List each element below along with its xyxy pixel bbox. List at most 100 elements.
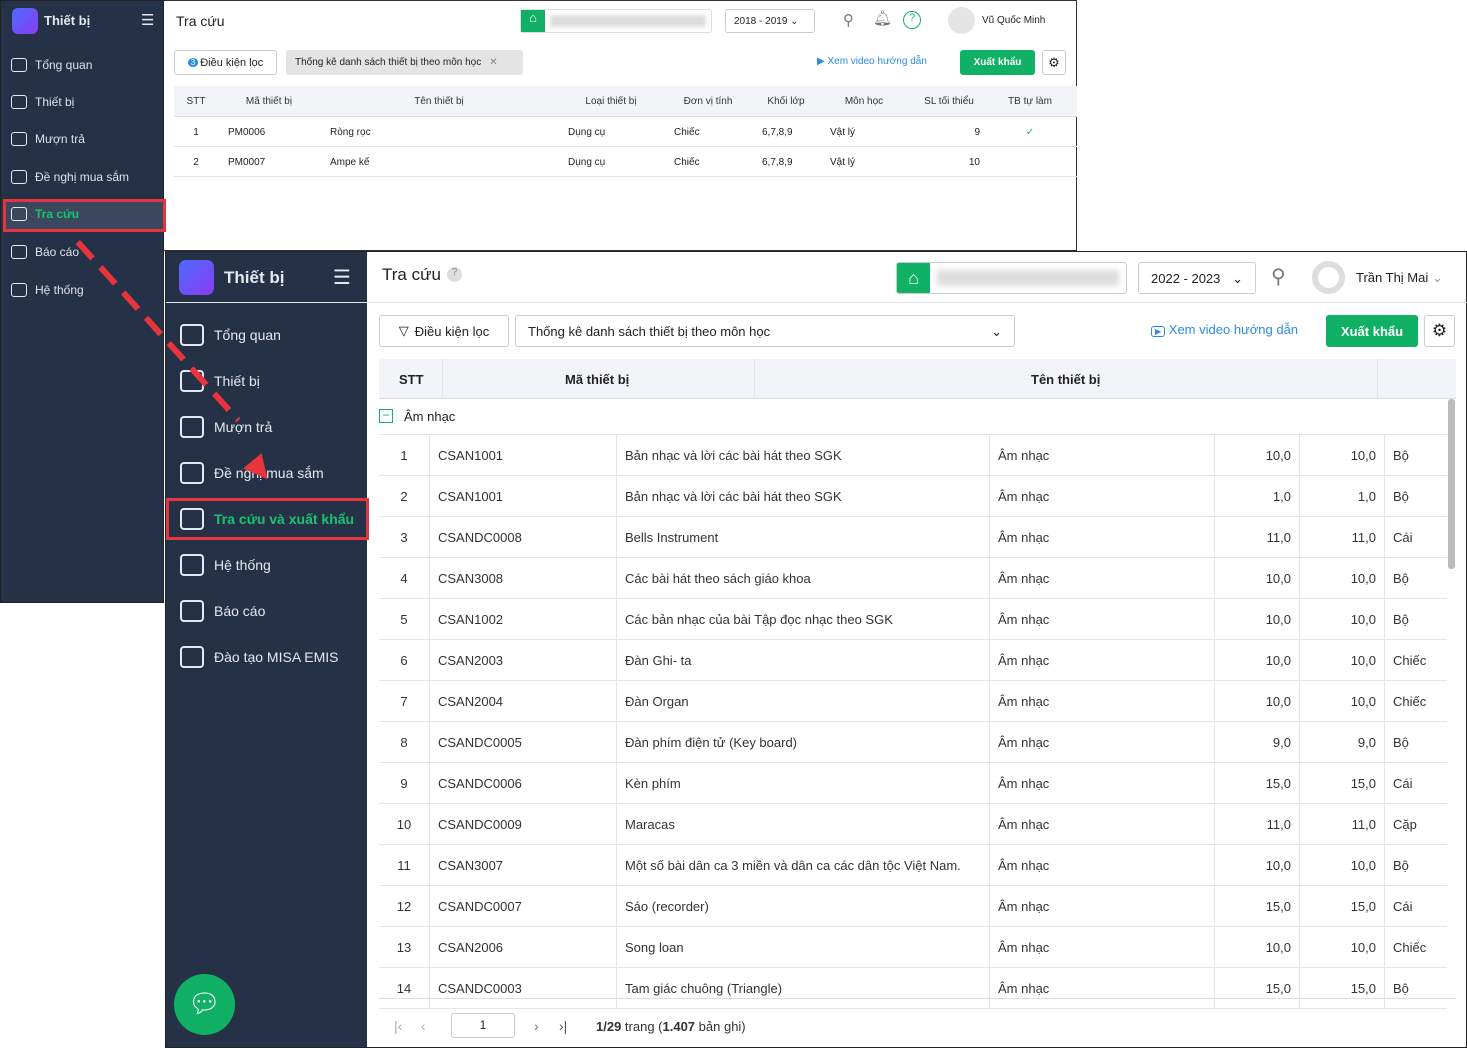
sidebar-item[interactable]: Hệ thống [11,283,84,297]
old-filter-button[interactable]: 3 Điều kiện lọc [174,50,277,75]
old-export-button[interactable]: Xuất khẩu [960,50,1035,75]
old-year-select[interactable]: 2018 - 2019 ⌄ [725,9,815,33]
gear-icon[interactable]: ⚙ [1042,50,1066,75]
table-cell: PM0006 [228,127,266,138]
table-row[interactable]: 13 CSAN2006 Song loan Âm nhạc 10,0 10,0 Chiếc [379,927,1447,968]
table-row[interactable]: 9 CSANDC0006 Kèn phím Âm nhạc 15,0 15,0 Cái [379,763,1447,804]
old-school-select[interactable]: ⌂ [520,9,712,33]
table-row[interactable]: 3 CSANDC0008 Bells Instrument Âm nhạc 11,0 11… [379,517,1447,558]
table-cell: CSANDC0006 [438,776,522,791]
filter-label: Điều kiện lọc [414,323,490,339]
sidebar-item[interactable]: Tổng quan [11,58,92,72]
table-cell: Các bài hát theo sách giáo khoa [625,571,811,586]
table-cell: ✓ [1025,127,1035,138]
sidebar-item[interactable]: Báo cáo [180,600,265,622]
search-chart-icon[interactable]: ⚲ [1271,264,1286,289]
table-row[interactable]: 10 CSANDC0009 Maracas Âm nhạc 11,0 11,0 Cặp [379,804,1447,845]
table-row[interactable]: 14 CSANDC0003 Tam giác chuông (Triangle) Âm… [379,968,1447,1009]
table-row[interactable]: 2 PM0007 Ampe kế Dụng cụ Chiếc 6,7,8,9 Vật lý 1… [174,147,1077,177]
search-chart-icon[interactable]: ⚲ [843,11,854,29]
avatar[interactable] [1312,261,1345,294]
report-select[interactable]: Thống kê danh sách thiết bị theo môn học… [515,315,1015,347]
table-row[interactable]: 5 CSAN1002 Các bản nhạc của bài Tập đọc nh… [379,599,1447,640]
table-row[interactable]: 7 CSAN2004 Đàn Organ Âm nhạc 10,0 10,0 Chiếc [379,681,1447,722]
col-header: Tên thiết bị [414,96,464,107]
avatar[interactable] [948,7,975,34]
help-icon[interactable]: ? [903,11,921,29]
sidebar-item[interactable]: Báo cáo [11,245,79,259]
close-icon[interactable]: ✕ [489,57,497,68]
chevron-down-icon: ⌄ [1232,271,1243,286]
nav-icon [180,646,204,668]
nav-icon [11,283,27,297]
app-logo-icon [179,260,214,295]
table-cell: Bộ [1393,612,1409,627]
bell-icon[interactable]: 🔔︎ [873,9,892,27]
table-cell: 6 [400,653,408,668]
prev-page-button[interactable]: ‹ [421,1018,426,1034]
column-divider [989,722,990,762]
page-input[interactable]: 1 [451,1013,515,1038]
sidebar-item[interactable]: Mượn trả [180,416,272,438]
table-cell: Cặp [1393,817,1417,832]
help-icon[interactable]: ? [447,267,462,282]
old-report-tag[interactable]: Thống kê danh sách thiết bị theo môn học… [286,50,523,75]
table-cell: CSAN1001 [438,489,504,504]
first-page-button[interactable]: |‹ [394,1018,402,1034]
table-cell: Bản nhạc và lời các bài hát theo SGK [625,489,842,504]
table-cell: 3 [400,530,408,545]
table-cell: 15,0 [1265,981,1291,996]
new-filter-button[interactable]: ▽ Điều kiện lọc [379,315,509,347]
new-school-select[interactable]: ⌂ [896,262,1127,294]
table-row[interactable]: 1 PM0006 Ròng rọc Dụng cụ Chiếc 6,7,8,9 Vật lý… [174,117,1077,147]
record-total: 1.407 [662,1019,696,1034]
table-row[interactable]: 12 CSANDC0007 Sáo (recorder) Âm nhạc 15,0 15,… [379,886,1447,927]
last-page-button[interactable]: ›| [559,1018,567,1034]
column-divider [1384,517,1385,557]
gear-icon[interactable]: ⚙ [1424,315,1455,347]
table-cell: Bản nhạc và lời các bài hát theo SGK [625,448,842,463]
table-row[interactable]: 6 CSAN2003 Đàn Ghi- ta Âm nhạc 10,0 10,0 Chiếc [379,640,1447,681]
table-row[interactable]: 4 CSAN3008 Các bài hát theo sách giáo khoa… [379,558,1447,599]
table-row[interactable]: 1 CSAN1001 Bản nhạc và lời các bài hát the… [379,435,1447,476]
column-divider [429,845,430,885]
old-user-name[interactable]: Vũ Quốc Minh [982,15,1045,26]
old-video-link[interactable]: ▶ Xem video hướng dẫn [817,56,927,67]
sidebar-item[interactable]: Mượn trả [11,132,85,146]
collapse-icon[interactable]: − [379,409,393,423]
new-year-select[interactable]: 2022 - 2023 ⌄ [1138,262,1256,294]
chat-icon[interactable]: 💬︎ [174,974,235,1035]
table-cell: 10,0 [1265,858,1291,873]
new-video-link[interactable]: ▶ Xem video hướng dẫn [1151,322,1298,337]
column-divider [1384,886,1385,926]
new-user-name[interactable]: Trần Thị Mai ⌄ [1356,270,1443,286]
new-export-button[interactable]: Xuất khẩu [1326,315,1418,347]
table-row[interactable]: 8 CSANDC0005 Đàn phím điện tử (Key board) Â… [379,722,1447,763]
sidebar-item[interactable]: Đào tạo MISA EMIS [180,646,339,668]
sidebar-item-label: Đào tạo MISA EMIS [214,649,339,665]
sidebar-item[interactable]: Đề nghị mua sắm [11,170,129,184]
column-divider [1384,804,1385,844]
next-page-button[interactable]: › [534,1018,539,1034]
table-row[interactable]: 2 CSAN1001 Bản nhạc và lời các bài hát the… [379,476,1447,517]
nav-icon [11,58,27,72]
menu-icon[interactable]: ☰ [141,11,154,29]
table-cell: Vật lý [830,127,856,138]
table-row[interactable]: 11 CSAN3007 Một số bài dân ca 3 miền và dâ… [379,845,1447,886]
column-divider [989,599,990,639]
table-cell: 15,0 [1350,981,1376,996]
menu-icon[interactable]: ☰ [333,265,351,290]
table-cell: 10,0 [1265,612,1291,627]
sidebar-item[interactable]: Tổng quan [180,324,281,346]
column-divider [1384,681,1385,721]
sidebar-item[interactable]: Thiết bị [11,95,74,109]
column-divider [616,886,617,926]
table-cell: 10,0 [1350,858,1376,873]
table-cell: 2 [193,157,199,168]
sidebar-item[interactable]: Hệ thống [180,554,271,576]
column-divider [429,722,430,762]
table-cell: 1,0 [1357,489,1376,504]
year-value: 2022 - 2023 [1151,271,1221,286]
scrollbar[interactable] [1448,399,1455,569]
group-row[interactable]: − Âm nhạc [379,399,1447,435]
